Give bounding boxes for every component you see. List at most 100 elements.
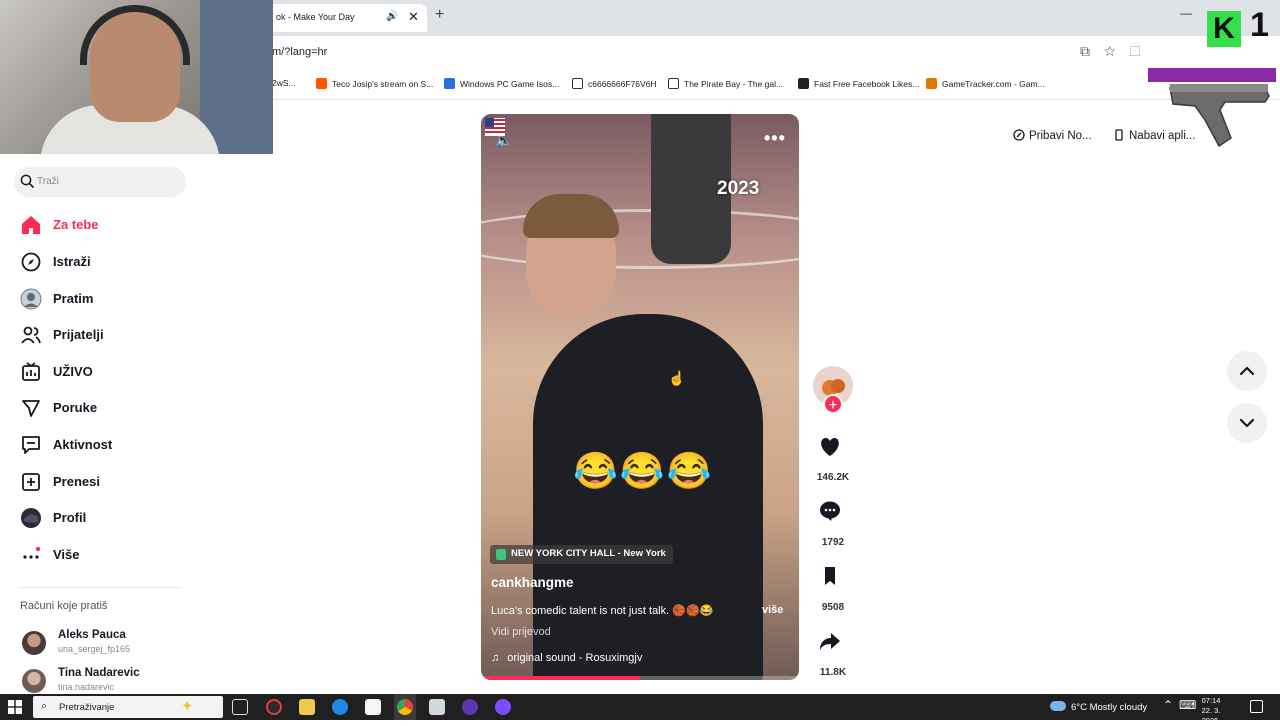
bookmark-label: GameTracker.com - Gam... [942, 79, 1045, 89]
weather-widget[interactable]: 6°C Mostly cloudy [1050, 701, 1147, 713]
comment-icon [820, 501, 840, 521]
location-tag[interactable]: NEW YORK CITY HALL - New York [490, 545, 673, 564]
upload-icon [22, 473, 40, 491]
sidebar-divider [20, 587, 180, 588]
edge-browser-icon[interactable] [332, 699, 348, 715]
bookmark-star-icon[interactable]: ☆ [1104, 43, 1129, 59]
coin-icon [1013, 129, 1025, 141]
app-icon[interactable] [266, 699, 282, 715]
sidebar-item-explore[interactable]: Istraži [20, 248, 190, 276]
chrome-icon[interactable] [397, 699, 413, 715]
bookmark-label: c6666666F76V6H [588, 79, 657, 89]
taskbar-clock[interactable]: 07:14 22. 3. 2026. [1196, 696, 1226, 726]
video-progress-fill [481, 676, 640, 680]
bookmark-item[interactable]: GameTracker.com - Gam... [926, 78, 1045, 89]
get-app-button[interactable]: Nabavi apli... [1113, 129, 1195, 151]
account-name: Aleks Pauca [58, 629, 126, 641]
search-icon: ⌕ [41, 700, 48, 712]
next-video-button[interactable] [1227, 403, 1267, 443]
hand-cursor-icon: ☝ [668, 370, 686, 386]
sidebar-item-more[interactable]: Više [20, 541, 190, 569]
sidebar-item-label: Više [53, 547, 80, 562]
video-more-options-button[interactable]: ••• [764, 128, 786, 149]
sidebar-item-profile[interactable]: Profil [20, 504, 190, 532]
search-input[interactable]: Traži [14, 167, 186, 197]
share-icon [820, 633, 840, 650]
soundcloud-icon [316, 78, 327, 89]
follow-button[interactable]: + [823, 394, 843, 414]
previous-video-button[interactable] [1227, 351, 1267, 391]
video-author-name[interactable]: cankhangme [491, 575, 574, 590]
url-field[interactable]: m/?lang=hr [272, 46, 327, 58]
home-icon [22, 216, 40, 234]
store-icon[interactable] [365, 699, 381, 715]
taskbar-search-box[interactable]: ⌕ Pretraživanje ✦ [33, 696, 223, 718]
app-icon[interactable] [462, 699, 478, 715]
more-icon [23, 546, 41, 559]
avatar [22, 631, 46, 655]
app-icon[interactable] [429, 699, 445, 715]
sidebar-item-for-you[interactable]: Za tebe [20, 211, 190, 239]
heart-icon [821, 438, 839, 456]
new-tab-button[interactable]: + [435, 6, 444, 24]
windows-taskbar: ⌕ Pretraživanje ✦ 6°C Mostly cloudy ⌃⌨ 0… [0, 694, 1280, 725]
location-label: NEW YORK CITY HALL - New York [511, 548, 666, 559]
sidebar-item-live[interactable]: UŽIVO [20, 358, 190, 386]
file-explorer-icon[interactable] [299, 699, 315, 715]
discord-icon[interactable] [495, 699, 511, 715]
extensions-icon[interactable]: ⬚ [1129, 43, 1154, 59]
save-button[interactable]: 9508 [812, 558, 854, 613]
notification-center-icon[interactable] [1250, 700, 1263, 713]
close-tab-button[interactable]: ✕ [408, 9, 419, 25]
sidebar-item-label: Profil [53, 510, 87, 525]
sidebar-item-activity[interactable]: Aktivnost [20, 431, 190, 459]
sound-link[interactable]: ♫ original sound - Rosuximgjv [491, 652, 642, 664]
clock-time: 07:14 [1201, 696, 1221, 705]
task-view-icon[interactable] [232, 699, 248, 715]
video-player-hair [523, 194, 619, 238]
webcam-headset [80, 5, 190, 65]
windows-start-icon[interactable] [8, 700, 22, 714]
share-count: 11.8K [819, 667, 847, 678]
like-button[interactable]: 146.2K [812, 428, 854, 483]
sidebar-item-upload[interactable]: Prenesi [20, 468, 190, 496]
account-handle: una_sergej_fp165 [58, 644, 131, 654]
comment-button[interactable]: 1792 [812, 493, 854, 548]
video-player[interactable]: 🔈 ••• 2023 ☝ 😂😂😂 NEW YORK CITY HALL - Ne… [481, 114, 799, 680]
cloud-icon [1050, 701, 1066, 711]
speaker-icon[interactable]: 🔊 [386, 11, 398, 22]
minimize-window-button[interactable]: — [1180, 6, 1192, 20]
search-icon [20, 174, 34, 188]
bookmark-item[interactable]: The Pirate Bay - The gal... [668, 78, 783, 89]
bookmark-item[interactable]: Teco Josip's stream on S... [316, 78, 433, 89]
account-handle: tina.nadarevic [58, 682, 115, 692]
get-coins-button[interactable]: Pribavi No... [1013, 129, 1092, 151]
caption-more-link[interactable]: više [762, 604, 783, 616]
following-account[interactable]: Aleks Pauca una_sergej_fp165 [20, 629, 200, 663]
account-name: Tina Nadarevic [58, 667, 140, 679]
bookmark-item[interactable]: Windows PC Game Isos... [444, 78, 559, 89]
sidebar-item-label: Istraži [53, 254, 91, 269]
following-avatar-icon [20, 288, 42, 310]
sidebar-item-messages[interactable]: Poruke [20, 394, 190, 422]
share-button[interactable]: 11.8K [812, 623, 854, 678]
activity-icon [22, 436, 40, 454]
video-mute-button[interactable]: 🔈 [495, 132, 512, 149]
page-icon [668, 78, 679, 89]
webcam-background [200, 0, 273, 154]
comment-count: 1792 [821, 537, 845, 548]
bookmark-item[interactable]: 2wS... [272, 78, 296, 88]
taskbar-search-text: Pretraživanje [59, 702, 115, 713]
install-app-icon[interactable]: ⧉ [1080, 43, 1104, 59]
video-progress-bar[interactable] [481, 676, 799, 680]
bookmark-item[interactable]: c6666666F76V6H [572, 78, 657, 89]
see-translation-link[interactable]: Vidi prijevod [491, 626, 551, 638]
address-bar-icons: ⧉☆⬚ [1080, 43, 1154, 60]
sidebar-item-label: Aktivnost [53, 437, 113, 452]
bookmark-item[interactable]: Fast Free Facebook Likes... [798, 78, 919, 89]
bookmark-label: Fast Free Facebook Likes... [814, 79, 920, 89]
sidebar-item-friends[interactable]: Prijatelji [20, 321, 190, 349]
sidebar-item-label: Prijatelji [53, 327, 104, 342]
sidebar-item-following[interactable]: Pratim [20, 285, 190, 313]
browser-tab[interactable]: ok - Make Your Day 🔊 ✕ [262, 4, 427, 32]
